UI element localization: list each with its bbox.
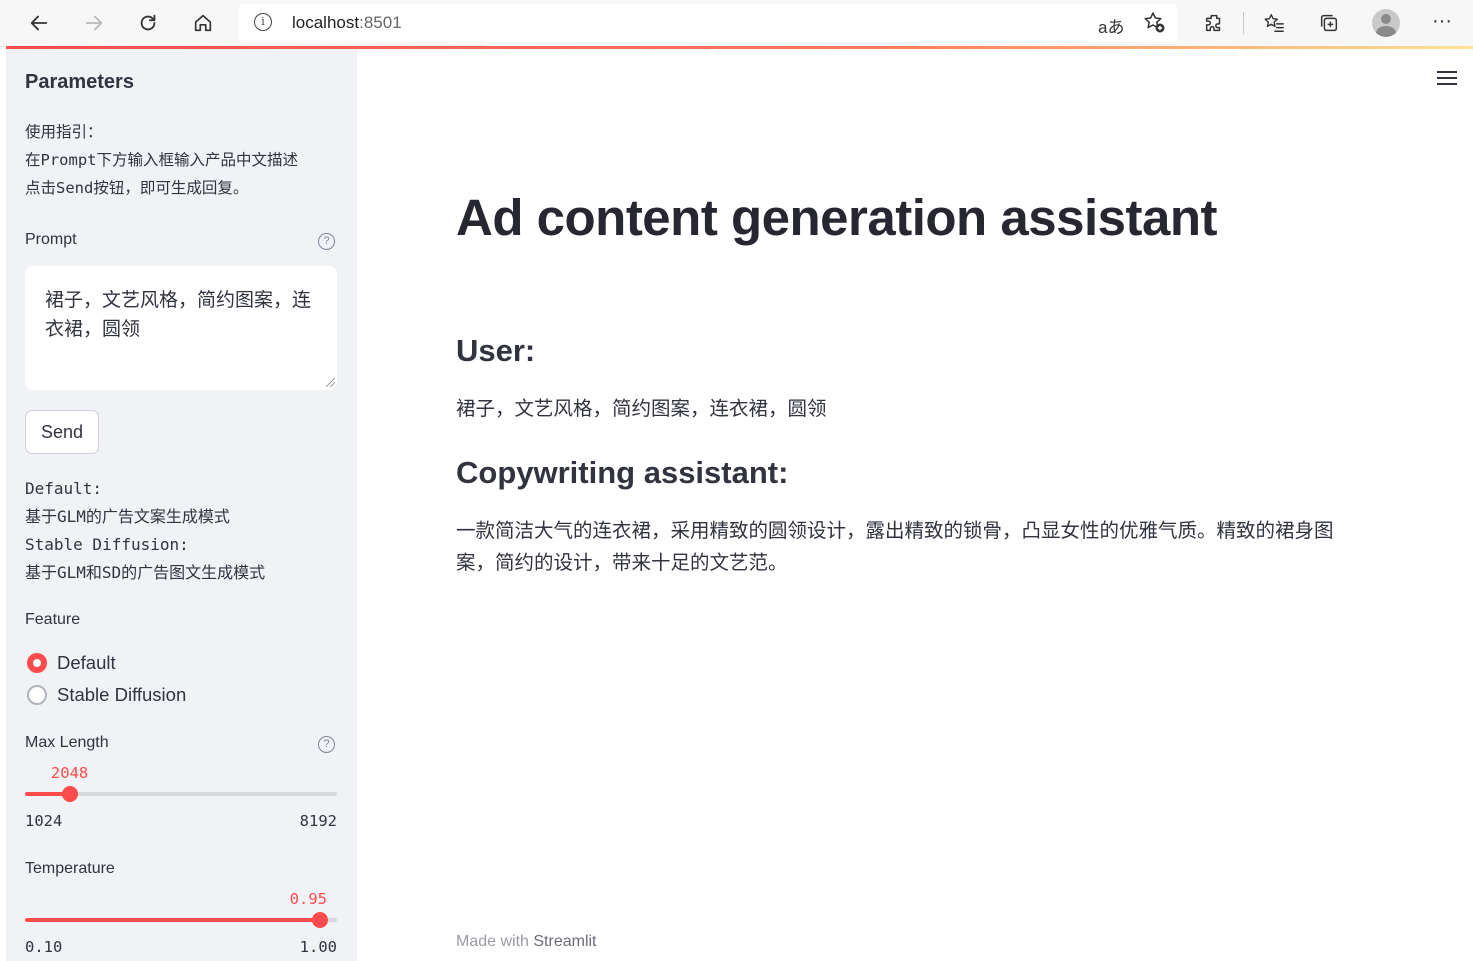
mode-description: Default: 基于GLM的广告文案生成模式 Stable Diffusion… — [25, 475, 350, 587]
slider-thumb[interactable] — [61, 786, 78, 802]
max-length-slider[interactable] — [25, 786, 337, 802]
usage-guide: 使用指引： 在Prompt下方输入框输入产品中文描述 点击Send按钮，即可生成… — [25, 118, 345, 202]
radio-option-stable-diffusion[interactable]: Stable Diffusion — [27, 683, 186, 707]
guide-line: 在Prompt下方输入框输入产品中文描述 — [25, 151, 298, 169]
help-icon[interactable]: ? — [318, 233, 335, 250]
guide-line: 使用指引： — [25, 123, 103, 141]
radio-button-checked[interactable] — [27, 653, 47, 673]
assistant-message: 一款简洁大气的连衣裙，采用精致的圆领设计，露出精致的锁骨，凸显女性的优雅气质。精… — [456, 520, 1334, 574]
read-aloud-icon[interactable]: aあ — [1098, 13, 1124, 38]
mode-line: 基于GLM和SD的广告图文生成模式 — [25, 563, 266, 582]
url-host: localhost — [292, 13, 360, 32]
address-bar[interactable]: i localhost:8501 aあ — [238, 4, 1178, 42]
hamburger-menu-icon[interactable] — [1437, 70, 1457, 86]
more-icon[interactable]: ··· — [1427, 6, 1457, 36]
mode-line: Stable Diffusion: — [25, 535, 189, 554]
slider-fill — [25, 918, 320, 922]
footer-prefix: Made with — [456, 933, 534, 950]
radio-label: Default — [57, 652, 116, 673]
radio-button[interactable] — [27, 685, 47, 705]
extensions-icon[interactable] — [1199, 8, 1229, 38]
guide-line: 点击Send按钮，即可生成回复。 — [25, 179, 249, 197]
info-icon[interactable]: i — [254, 13, 272, 31]
page-title: Ad content generation assistant — [456, 189, 1217, 246]
prompt-input[interactable] — [25, 266, 337, 390]
radio-label: Stable Diffusion — [57, 684, 187, 705]
max-length-label: Max Length — [25, 734, 109, 751]
mode-line: Default: — [25, 479, 103, 498]
refresh-icon[interactable] — [133, 8, 163, 38]
home-icon[interactable] — [188, 8, 218, 38]
resize-handle[interactable] — [326, 378, 335, 387]
radio-option-default[interactable]: Default — [27, 651, 116, 675]
assistant-heading: Copywriting assistant: — [456, 455, 789, 490]
slider-min-label: 0.10 — [25, 938, 63, 956]
forward-arrow-icon[interactable] — [79, 8, 109, 38]
back-arrow-icon[interactable] — [24, 8, 54, 38]
help-icon[interactable]: ? — [318, 736, 335, 753]
slider-thumb[interactable] — [311, 912, 328, 928]
toolbar-separator — [1243, 12, 1244, 34]
slider-max-label: 8192 — [299, 812, 337, 830]
add-favorite-icon[interactable] — [1142, 10, 1166, 39]
sidebar: Parameters 使用指引： 在Prompt下方输入框输入产品中文描述 点击… — [6, 49, 357, 961]
favorites-icon[interactable] — [1259, 8, 1289, 38]
max-length-value: 2048 — [50, 764, 89, 782]
footer: Made with Streamlit — [456, 933, 597, 951]
collections-icon[interactable] — [1314, 8, 1344, 38]
footer-brand-link[interactable]: Streamlit — [533, 933, 596, 950]
temperature-slider[interactable] — [25, 912, 337, 928]
user-heading: User: — [456, 333, 536, 368]
url-port: :8501 — [359, 13, 402, 32]
sidebar-title: Parameters — [25, 71, 134, 93]
slider-min-label: 1024 — [25, 812, 63, 830]
temperature-label: Temperature — [25, 860, 115, 877]
slider-max-label: 1.00 — [299, 938, 337, 956]
url-text: localhost:8501 — [292, 13, 402, 33]
feature-label: Feature — [25, 611, 81, 628]
user-message: 裙子，文艺风格，简约图案，连衣裙，圆领 — [456, 398, 827, 420]
send-button[interactable]: Send — [25, 410, 99, 454]
browser-toolbar: i localhost:8501 aあ ··· — [0, 0, 1473, 47]
prompt-label: Prompt — [25, 231, 77, 248]
mode-line: 基于GLM的广告文案生成模式 — [25, 507, 230, 526]
profile-avatar-icon[interactable] — [1372, 9, 1400, 37]
temperature-value: 0.95 — [289, 890, 327, 908]
